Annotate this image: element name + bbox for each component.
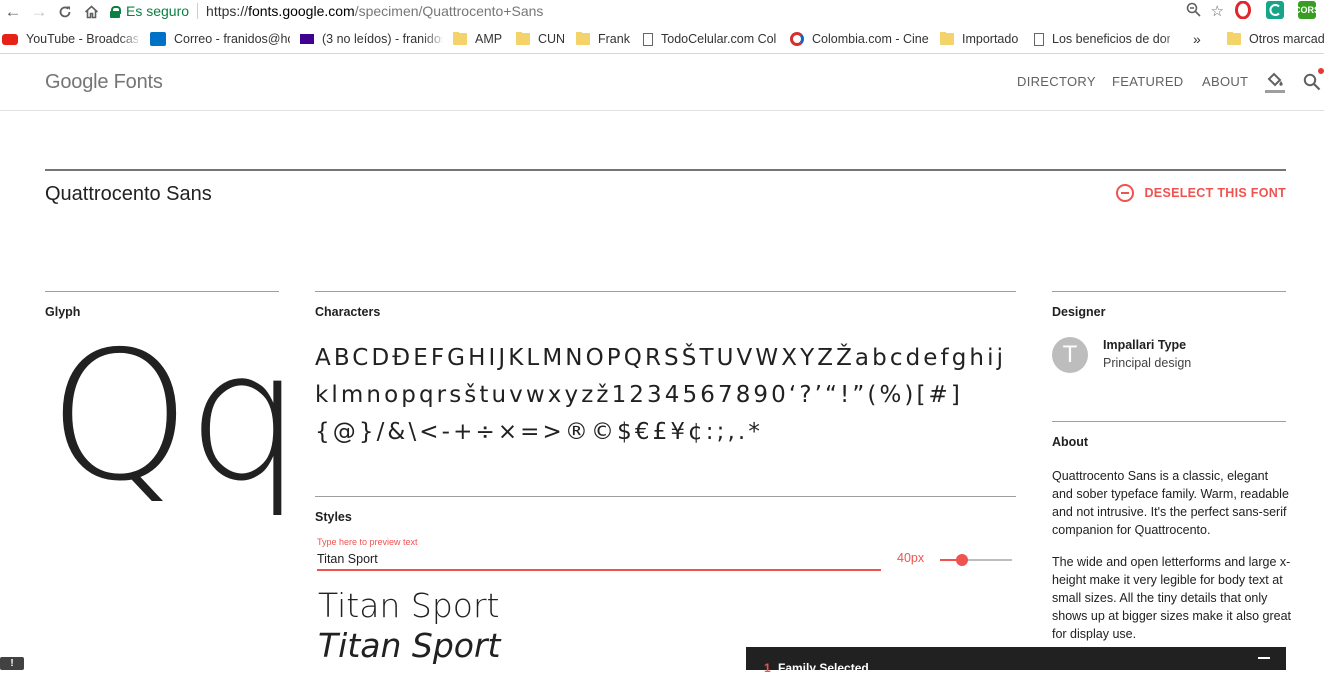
minimize-icon[interactable] — [1258, 657, 1270, 659]
search-icon[interactable] — [1303, 73, 1321, 91]
address-separator — [197, 3, 199, 19]
preview-text-label: Type here to preview text — [317, 537, 418, 547]
character-set: ABCDĐEFGHIJKLMNOPQRSŠTUVWXYZŽabcdefghijk… — [315, 345, 1007, 445]
styles-divider — [315, 496, 1016, 497]
header-divider — [45, 169, 1286, 171]
paint-bucket-icon[interactable] — [1265, 70, 1285, 94]
bookmark-label: Los beneficios de dormir — [1052, 32, 1170, 46]
page-icon — [1034, 32, 1044, 46]
designer-role: Principal design — [1103, 356, 1192, 370]
other-bookmarks[interactable]: Otros marcadores — [1227, 32, 1324, 46]
bookmark-label: YouTube - Broadcast — [26, 32, 138, 46]
bookmark-youtube[interactable]: YouTube - Broadcast — [2, 32, 138, 46]
selection-drawer[interactable]: 1 Family Selected — [746, 647, 1286, 675]
glyph-divider — [45, 291, 279, 292]
bookmark-label: Otros marcadores — [1249, 32, 1324, 46]
about-paragraph-2: The wide and open letterforms and large … — [1052, 555, 1292, 641]
bookmark-star-icon[interactable]: ☆ — [1211, 2, 1224, 20]
back-icon[interactable]: ← — [0, 0, 26, 24]
url-text[interactable]: https://fonts.google.com/specimen/Quattr… — [206, 3, 543, 19]
designer-name[interactable]: Impallari Type — [1103, 338, 1186, 352]
outlook-icon — [150, 32, 166, 46]
preview-text-input[interactable] — [317, 549, 881, 571]
youtube-icon — [2, 33, 18, 45]
deselect-font-button[interactable]: DESELECT THIS FONT — [1116, 184, 1286, 202]
bookmark-todocelular[interactable]: TodoCelular.com Colombia — [643, 32, 776, 46]
about-heading: About — [1052, 435, 1089, 449]
font-size-label: 40px — [897, 551, 925, 565]
bookmark-label: (3 no leídos) - franidos — [322, 32, 442, 46]
bookmark-folder-frank[interactable]: Frank — [576, 32, 636, 46]
logo-google: Google — [45, 71, 109, 93]
bookmark-label: Importado — [962, 32, 1019, 46]
colombia-icon — [790, 32, 804, 46]
nav-featured[interactable]: FEATURED — [1112, 74, 1184, 89]
styles-heading: Styles — [315, 510, 352, 524]
folder-icon — [1227, 32, 1241, 45]
bookmark-outlook[interactable]: Correo - franidos@hotmail.com — [150, 32, 290, 46]
style-sample-regular: Titan Sport — [318, 586, 500, 625]
notification-dot — [1318, 68, 1324, 74]
secure-indicator[interactable]: Es seguro — [110, 3, 189, 19]
font-size-slider[interactable] — [940, 553, 1012, 567]
about-divider — [1052, 421, 1286, 422]
reload-icon[interactable] — [52, 0, 78, 24]
designer-divider — [1052, 291, 1286, 292]
folder-icon — [576, 32, 590, 45]
address-bar-actions: ☆ — [1186, 0, 1224, 22]
logo-fonts: Fonts — [113, 71, 163, 93]
nav-directory[interactable]: DIRECTORY — [1017, 74, 1096, 89]
selected-count: 1 — [764, 661, 771, 675]
cors-extension-icon[interactable]: CORS — [1294, 1, 1320, 19]
bookmark-yahoo-mail[interactable]: (3 no leídos) - franidos — [300, 32, 442, 46]
deselect-label: DESELECT THIS FONT — [1144, 186, 1286, 200]
slider-track-inactive — [962, 559, 1012, 561]
bookmark-folder-cun[interactable]: CUN — [516, 32, 571, 46]
yahoo-mail-icon — [300, 34, 314, 44]
bookmark-label: TodoCelular.com Colombia — [661, 32, 776, 46]
font-family-title: Quattrocento Sans — [45, 183, 212, 205]
opera-icon[interactable] — [1234, 1, 1252, 19]
bookmark-label: AMP — [475, 32, 503, 46]
bookmarks-bar: YouTube - Broadcast Correo - franidos@ho… — [0, 28, 1324, 50]
secure-label: Es seguro — [126, 3, 190, 19]
characters-heading: Characters — [315, 305, 381, 319]
lock-icon — [110, 5, 121, 18]
bookmark-colombia[interactable]: Colombia.com - Cine — [790, 32, 930, 46]
bookmark-folder-amp[interactable]: AMP — [453, 32, 508, 46]
url-host: fonts.google.com — [248, 3, 355, 19]
bookmark-label: Colombia.com - Cine — [812, 32, 929, 46]
remove-circle-icon — [1116, 184, 1135, 202]
url-path: /specimen/Quattrocento+Sans — [354, 3, 544, 19]
folder-icon — [940, 32, 954, 45]
slider-thumb[interactable] — [956, 554, 968, 566]
bookmark-folder-importado[interactable]: Importado — [940, 32, 1020, 46]
google-fonts-logo[interactable]: Google Fonts — [45, 71, 163, 94]
bookmark-label: Correo - franidos@hotmail.com — [174, 32, 290, 46]
page-icon — [643, 32, 653, 46]
selection-title: Family Selected — [778, 661, 869, 675]
bookmark-label: CUN — [538, 32, 566, 46]
characters-divider — [315, 291, 1016, 292]
bookmark-beneficios[interactable]: Los beneficios de dormir — [1034, 32, 1170, 46]
feedback-icon[interactable]: ! — [0, 657, 24, 670]
folder-icon — [453, 32, 467, 45]
forward-icon[interactable]: → — [26, 0, 52, 24]
about-paragraph-1: Quattrocento Sans is a classic, elegant … — [1052, 469, 1289, 537]
designer-avatar: T — [1052, 337, 1088, 373]
zoom-icon[interactable] — [1186, 2, 1201, 21]
bookmarks-overflow-button[interactable]: » — [1193, 31, 1207, 47]
designer-heading: Designer — [1052, 305, 1106, 319]
extension-icon[interactable] — [1266, 1, 1284, 19]
home-icon[interactable] — [78, 0, 104, 24]
address-bar[interactable]: Es seguro https://fonts.google.com/speci… — [110, 0, 1224, 22]
browser-toolbar: ← → Es seguro https://fonts.google.com/s… — [0, 0, 1324, 24]
app-bar: Google Fonts DIRECTORY FEATURED ABOUT — [0, 54, 1324, 111]
style-sample-italic: Titan Sport — [318, 626, 501, 665]
url-scheme: https:// — [206, 3, 249, 19]
bookmark-label: Frank — [598, 32, 630, 46]
nav-about[interactable]: ABOUT — [1202, 74, 1248, 89]
folder-icon — [516, 32, 530, 45]
glyph-sample: Qq — [48, 313, 302, 520]
